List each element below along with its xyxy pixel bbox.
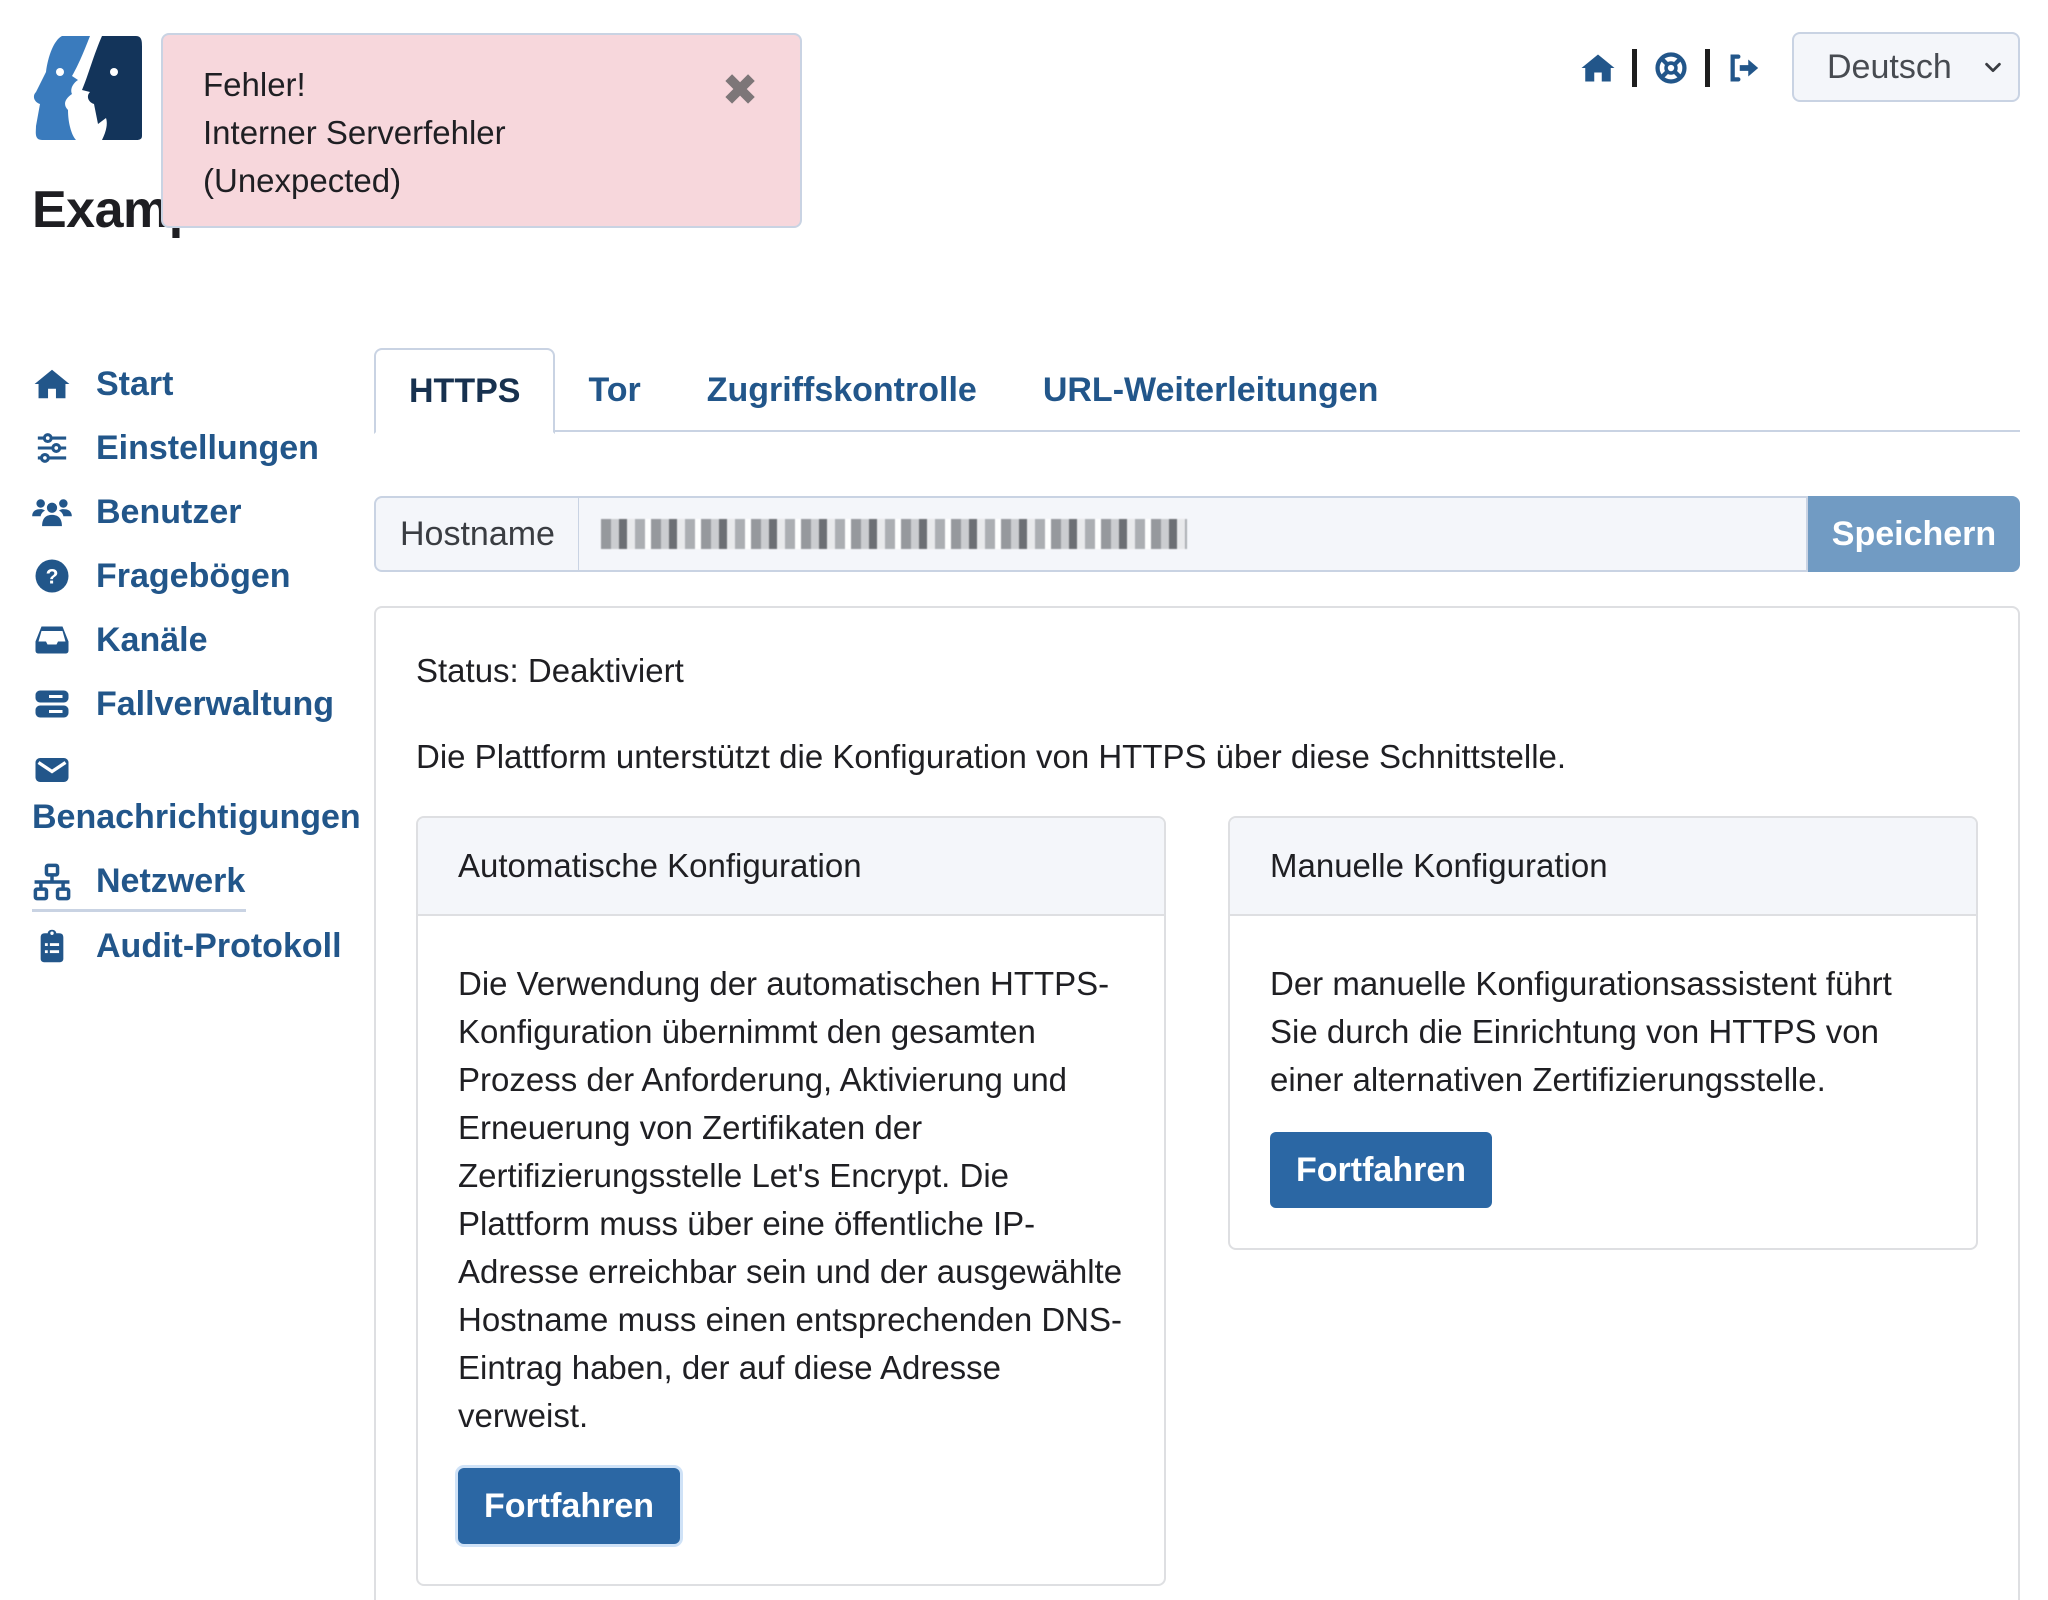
automatic-config-card: Automatische Konfiguration Die Verwendun… — [416, 816, 1166, 1586]
sidebar-item-label: Audit-Protokoll — [96, 926, 342, 965]
config-options: Automatische Konfiguration Die Verwendun… — [416, 816, 1978, 1586]
tab-url-weiterleitungen[interactable]: URL-Weiterleitungen — [1010, 348, 1412, 432]
card-title: Automatische Konfiguration — [418, 818, 1164, 916]
question-circle-icon: ? — [32, 556, 72, 596]
sidebar-item-label: Benachrichtigungen — [32, 797, 361, 836]
lifebuoy-icon[interactable] — [1651, 48, 1691, 88]
redacted-hostname-value — [601, 519, 1187, 549]
error-alert: Fehler! Interner Serverfehler (Unexpecte… — [161, 33, 802, 228]
manual-continue-button[interactable]: Fortfahren — [1270, 1132, 1492, 1208]
automatic-continue-button[interactable]: Fortfahren — [458, 1468, 680, 1544]
main-content: HTTPS Tor Zugriffskontrolle URL-Weiterle… — [374, 348, 2020, 1600]
logo[interactable] — [32, 32, 144, 144]
manual-config-card: Manuelle Konfiguration Der manuelle Konf… — [1228, 816, 1978, 1250]
alert-message-line1: Interner Serverfehler — [203, 114, 506, 151]
tab-zugriffskontrolle[interactable]: Zugriffskontrolle — [674, 348, 1010, 432]
tab-bar: HTTPS Tor Zugriffskontrolle URL-Weiterle… — [374, 348, 2020, 434]
sidebar-item-frageboegen[interactable]: ? Fragebögen — [32, 544, 362, 608]
home-icon[interactable] — [1578, 48, 1618, 88]
sidebar-item-benachrichtigungen[interactable]: Benachrichtigungen — [32, 736, 362, 850]
tab-tor[interactable]: Tor — [555, 348, 673, 432]
https-settings-card: Status: Deaktiviert Die Plattform unters… — [374, 606, 2020, 1600]
sidebar-item-label: Kanäle — [96, 620, 208, 659]
sidebar-item-start[interactable]: Start — [32, 352, 362, 416]
sidebar-item-benutzer[interactable]: Benutzer — [32, 480, 362, 544]
sign-out-icon[interactable] — [1724, 48, 1764, 88]
https-intro: Die Plattform unterstützt die Konfigurat… — [416, 738, 1567, 775]
sidebar-item-kanaele[interactable]: Kanäle — [32, 608, 362, 672]
language-select-value: Deutsch — [1827, 47, 1952, 86]
sidebar-item-audit-protokoll[interactable]: Audit-Protokoll — [32, 914, 362, 978]
tab-https[interactable]: HTTPS — [374, 348, 556, 434]
separator — [1705, 49, 1710, 87]
top-nav — [1578, 48, 1764, 88]
https-status: Status: Deaktiviert — [416, 652, 684, 689]
envelope-icon — [32, 750, 72, 790]
save-button[interactable]: Speichern — [1808, 496, 2020, 572]
sidebar-item-label: Fallverwaltung — [96, 684, 335, 723]
hostname-input-group: Hostname Speichern — [374, 496, 2020, 572]
sidebar-item-label: Fragebögen — [96, 556, 291, 595]
home-icon — [32, 364, 72, 404]
sidebar-item-fallverwaltung[interactable]: Fallverwaltung — [32, 672, 362, 736]
sidebar-item-label: Einstellungen — [96, 428, 319, 467]
svg-text:?: ? — [46, 566, 59, 589]
card-text: Die Verwendung der automatischen HTTPS-K… — [458, 965, 1123, 1434]
clipboard-list-icon — [32, 926, 72, 966]
server-icon — [32, 684, 72, 724]
alert-message-line2: (Unexpected) — [203, 162, 402, 199]
language-select[interactable]: Deutsch — [1792, 32, 2020, 102]
hostname-input[interactable] — [579, 496, 1808, 572]
sidebar-item-einstellungen[interactable]: Einstellungen — [32, 416, 362, 480]
inbox-icon — [32, 620, 72, 660]
sidebar-item-label: Benutzer — [96, 492, 242, 531]
sidebar-item-label: Start — [96, 364, 174, 403]
card-text: Der manuelle Konfigurationsassistent füh… — [1270, 965, 1892, 1098]
users-icon — [32, 492, 72, 532]
hostname-label: Hostname — [374, 496, 579, 572]
sidebar: Start Einstellungen Benutzer ? Frageböge… — [32, 352, 362, 978]
separator — [1632, 49, 1637, 87]
sliders-icon — [32, 428, 72, 468]
logo-faces-icon — [33, 36, 142, 140]
sidebar-item-netzwerk[interactable]: Netzwerk — [32, 850, 362, 914]
alert-title: Fehler! — [203, 66, 306, 103]
network-icon — [32, 862, 72, 902]
card-title: Manuelle Konfiguration — [1230, 818, 1976, 916]
sidebar-item-label: Netzwerk — [96, 861, 246, 900]
close-icon[interactable]: ✖ — [720, 69, 760, 113]
chevron-down-icon — [1985, 62, 2001, 73]
